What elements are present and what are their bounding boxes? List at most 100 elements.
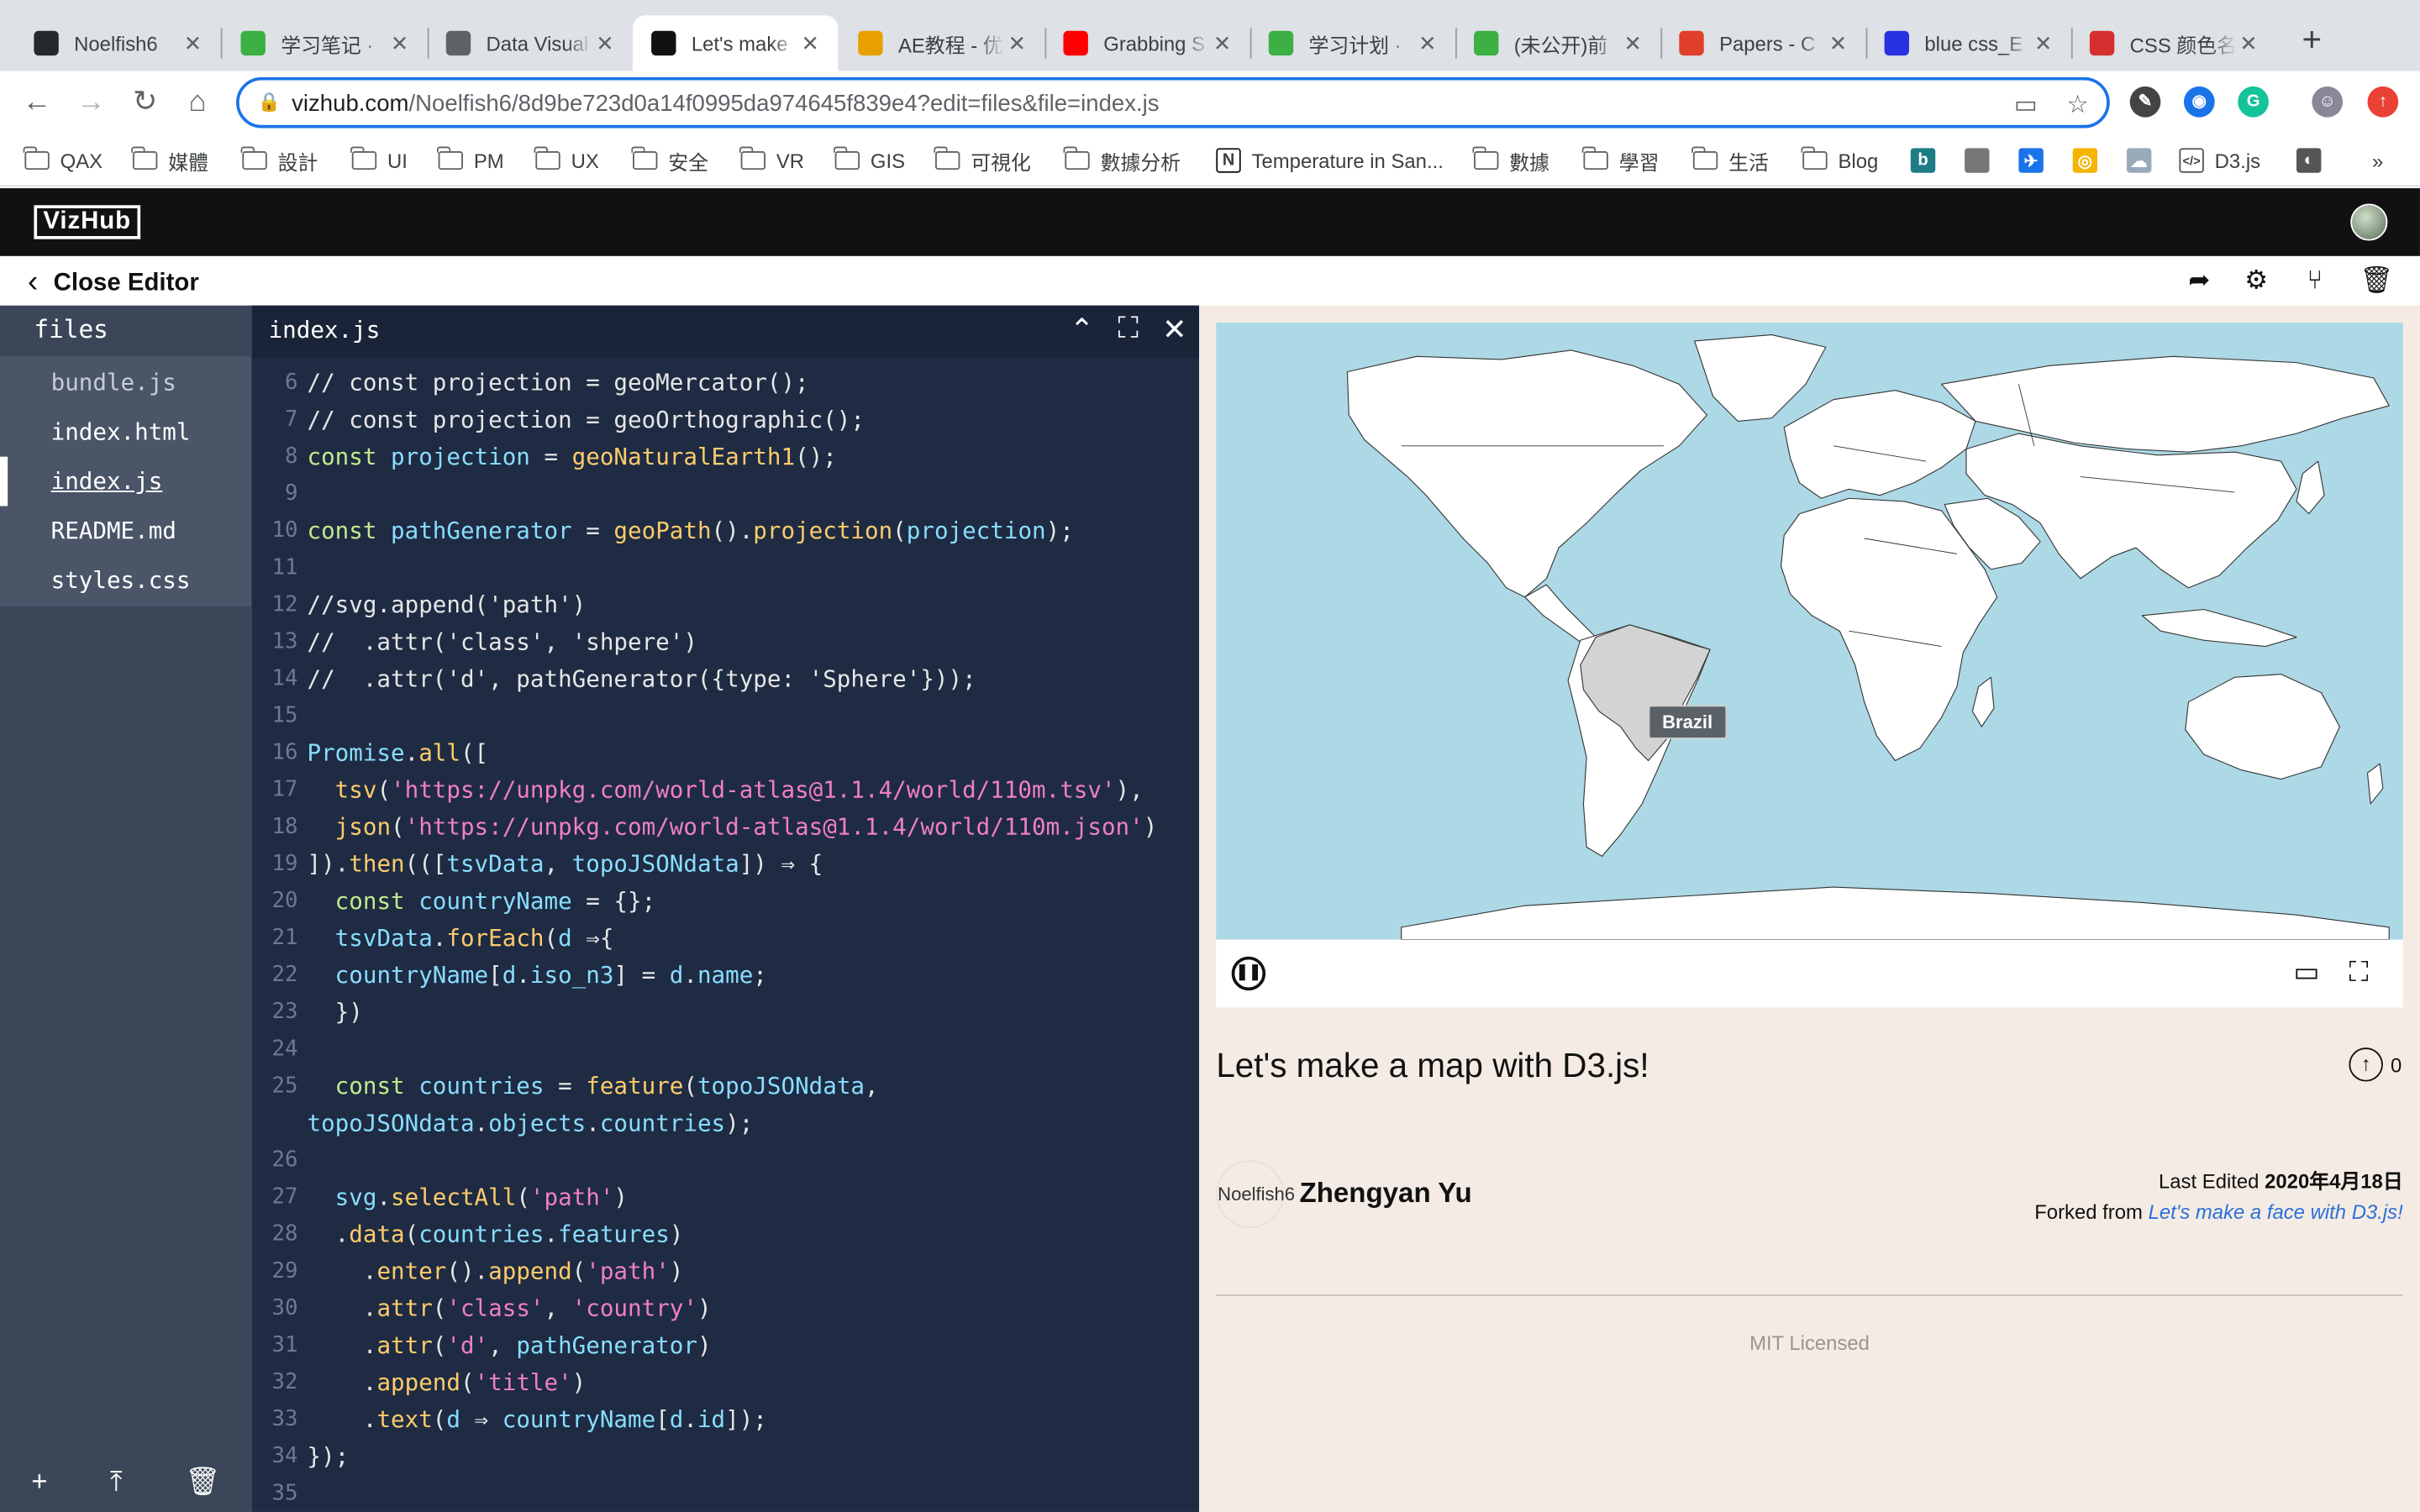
close-tab-icon[interactable]: ✕	[387, 30, 412, 56]
apple-icon[interactable]	[1965, 145, 2000, 176]
bookmark-item[interactable]: VR	[739, 145, 804, 176]
close-editor-button[interactable]: ‹ Close Editor	[28, 265, 199, 301]
browser-tab[interactable]: CSS 颜色名 ✕	[2071, 15, 2276, 71]
address-bar[interactable]: 🔒 vizhub.com/Noelfish6/8d9be723d0a14f099…	[236, 76, 2110, 129]
chrome-icon[interactable]: ◎	[2072, 145, 2108, 176]
more-bookmarks-button[interactable]: »	[2372, 145, 2383, 176]
browser-tab-title: 学习笔记 ·	[281, 33, 374, 57]
home-button[interactable]: ⌂	[177, 83, 218, 123]
leaf-icon	[240, 30, 266, 56]
user-avatar[interactable]	[2350, 203, 2388, 241]
code-text: json('https://unpkg.com/world-atlas@1.1.…	[308, 808, 1158, 845]
fork-icon[interactable]: ⑂	[2300, 265, 2331, 297]
browser-tab[interactable]: blue css_E ✕	[1866, 15, 2071, 71]
bookmark-item[interactable]: 學習	[1582, 145, 1659, 176]
browser-tab[interactable]: Papers - C ✕	[1660, 15, 1865, 71]
browser-tab[interactable]: Data Visual ✕	[428, 15, 633, 71]
author-name[interactable]: Zhengyan Yu	[1300, 1177, 1472, 1210]
close-tab-icon[interactable]: ✕	[181, 30, 205, 56]
chevron-up-icon[interactable]: ⌃	[1063, 313, 1100, 349]
bookmark-item[interactable]: 數據	[1472, 145, 1549, 176]
bookmark-item[interactable]: 可視化	[934, 145, 1031, 176]
mini-player-icon[interactable]: ▭	[2293, 957, 2319, 990]
close-tab-icon[interactable]: ✕	[798, 30, 823, 56]
code-token: append	[376, 1368, 460, 1397]
forward-button[interactable]: →	[71, 83, 111, 123]
fullscreen-icon[interactable]: ⛶	[2349, 957, 2368, 990]
close-tab-icon[interactable]: ✕	[2236, 30, 2260, 56]
bookmark-star-icon[interactable]: ☆	[2066, 90, 2088, 121]
close-tab-icon[interactable]: ✕	[1621, 30, 1645, 56]
code-token: data	[349, 1220, 405, 1248]
bing-icon[interactable]: b	[1910, 145, 1946, 176]
cloud-icon[interactable]: ☁	[2126, 145, 2162, 176]
author-avatar[interactable]: Noelfish6	[1216, 1160, 1295, 1229]
code-token: (	[544, 924, 559, 953]
extension-icon[interactable]: ✎	[2129, 86, 2161, 118]
close-tab-icon[interactable]: ✕	[1005, 30, 1029, 56]
trash-icon[interactable]: 🗑	[185, 1465, 220, 1498]
pin-icon[interactable]: ◐	[2296, 145, 2332, 176]
file-item[interactable]: README.md	[0, 506, 251, 555]
browser-tab[interactable]: (未公开)前 ✕	[1455, 15, 1660, 71]
bookmark-item[interactable]: 安全	[631, 145, 708, 176]
close-tab-icon[interactable]: ✕	[1210, 30, 1234, 56]
bookmark-item[interactable]: GIS	[834, 145, 906, 176]
bookmark-item[interactable]: UI	[350, 145, 408, 176]
line-number: 34	[271, 1444, 298, 1469]
back-button[interactable]: ←	[17, 83, 57, 123]
bookmark-item[interactable]: </> D3.js	[2179, 145, 2260, 176]
notion-icon: N	[1216, 148, 1241, 173]
add-file-icon[interactable]: +	[31, 1465, 47, 1498]
vizhub-logo[interactable]: VizHub	[34, 205, 141, 239]
bookmark-item[interactable]: QAX	[24, 145, 103, 176]
extension-icon[interactable]: ◉	[2183, 86, 2215, 118]
browser-tab[interactable]: 学习计划 · ✕	[1250, 15, 1455, 71]
close-tab-icon[interactable]: ✕	[592, 30, 617, 56]
fullscreen-icon[interactable]: ⛶	[1110, 313, 1147, 347]
share-icon[interactable]: ➦	[2184, 265, 2215, 297]
file-item[interactable]: index.html	[0, 407, 251, 457]
file-item[interactable]: index.js	[0, 456, 251, 507]
update-icon[interactable]: ↑	[2367, 86, 2399, 118]
bookmark-item[interactable]: 生活	[1691, 145, 1769, 176]
code-text: countryName[d.iso_n3] = d.name;	[308, 957, 767, 994]
app-icon[interactable]: ✈	[2018, 145, 2054, 176]
browser-tab[interactable]: AE教程 - 优 ✕	[839, 15, 1044, 71]
code-editor[interactable]: index.js ⌃ ⛶ ✕ 6 // const projection = ge…	[251, 305, 1200, 1512]
pause-icon[interactable]: ❚❚	[1231, 956, 1266, 991]
browser-tab[interactable]: Grabbing S ✕	[1044, 15, 1249, 71]
upvote-button[interactable]: ↑ 0	[2349, 1047, 2402, 1082]
gear-icon[interactable]: ⚙	[2241, 265, 2272, 297]
folder-icon	[437, 146, 464, 171]
file-item[interactable]: styles.css	[0, 555, 251, 605]
close-tab-icon[interactable]: ✕	[1415, 30, 1439, 56]
forked-from-link[interactable]: Let's make a face with D3.js!	[2149, 1200, 2403, 1224]
browser-tab[interactable]: Let's make ✕	[633, 15, 839, 71]
bookmark-item[interactable]: PM	[437, 145, 504, 176]
close-tab-icon[interactable]: ✕	[2031, 30, 2055, 56]
code-token: (([	[404, 850, 447, 879]
grammarly-icon[interactable]: G	[2238, 86, 2269, 118]
close-icon[interactable]: ✕	[1156, 313, 1193, 349]
trash-icon[interactable]: 🗑	[2360, 265, 2393, 297]
bookmark-item[interactable]: 數據分析	[1064, 145, 1181, 176]
line-number: 12	[271, 592, 298, 617]
code-token: ⇒{	[571, 924, 614, 953]
reload-button[interactable]: ↻	[125, 83, 166, 123]
map-visualization[interactable]: Brazil	[1216, 322, 2403, 940]
bookmark-label: GIS	[870, 149, 906, 172]
bookmark-item[interactable]: 媒體	[131, 145, 208, 176]
file-item[interactable]: bundle.js	[0, 358, 251, 407]
bookmark-item[interactable]: Blog	[1802, 145, 1878, 176]
profile-avatar[interactable]: ☺	[2312, 86, 2344, 118]
close-tab-icon[interactable]: ✕	[1826, 30, 1850, 56]
upload-icon[interactable]: ⤒	[110, 1465, 123, 1498]
browser-tab[interactable]: 学习笔记 · ✕	[222, 15, 427, 71]
bookmark-item[interactable]: N Temperature in San...	[1216, 145, 1444, 176]
bookmark-item[interactable]: UX	[534, 145, 599, 176]
browser-tab[interactable]: Noelfish6 ✕	[15, 15, 220, 71]
bookmark-item[interactable]: 設計	[241, 145, 318, 176]
install-app-icon[interactable]: ▭	[2014, 90, 2038, 121]
new-tab-button[interactable]: +	[2293, 21, 2330, 59]
